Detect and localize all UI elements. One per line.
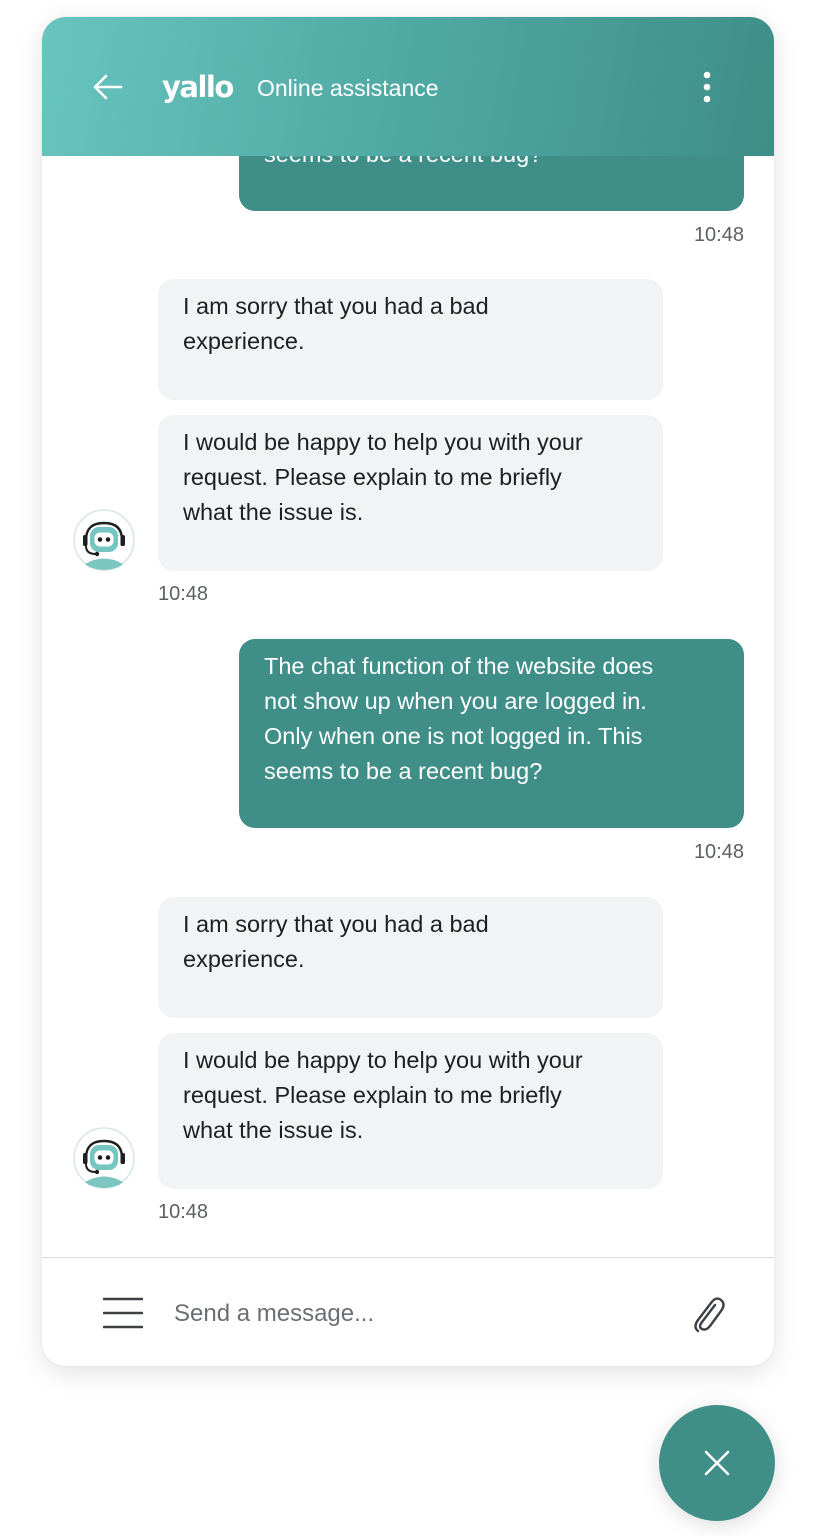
chat-widget: seems to be a recent bug? 10:48 I am sor…	[42, 17, 774, 1366]
message-list[interactable]: seems to be a recent bug? 10:48 I am sor…	[42, 17, 774, 1257]
arrow-left-icon	[93, 74, 123, 100]
robot-headset-icon	[73, 1127, 135, 1189]
chat-header: yallo Online assistance	[42, 17, 774, 156]
hamburger-menu-icon	[102, 1297, 144, 1329]
message-timestamp: 10:48	[158, 1201, 209, 1223]
bot-message-bubble: I am sorry that you had a bad experience…	[158, 279, 663, 400]
message-timestamp: 10:48	[693, 224, 744, 246]
robot-headset-icon	[73, 509, 135, 571]
message-composer	[42, 1258, 774, 1366]
bot-message-bubble: I would be happy to help you with your r…	[158, 1033, 663, 1189]
message-timestamp: 10:48	[158, 583, 209, 605]
yallo-logo: yallo	[162, 70, 234, 104]
menu-button[interactable]	[102, 1296, 144, 1330]
header-title: Online assistance	[257, 75, 439, 101]
bot-message-bubble: I am sorry that you had a bad experience…	[158, 897, 663, 1018]
message-input[interactable]	[174, 1294, 654, 1334]
attach-button[interactable]	[690, 1293, 726, 1333]
more-vertical-icon	[703, 71, 711, 103]
back-button[interactable]	[92, 73, 124, 101]
more-options-button[interactable]	[692, 70, 722, 106]
close-chat-button[interactable]	[659, 1405, 775, 1521]
paperclip-icon	[694, 1297, 725, 1333]
user-message-bubble: The chat function of the website does no…	[239, 639, 744, 828]
bot-message-bubble: I would be happy to help you with your r…	[158, 415, 663, 571]
close-icon	[704, 1450, 730, 1476]
message-timestamp: 10:48	[693, 841, 744, 863]
